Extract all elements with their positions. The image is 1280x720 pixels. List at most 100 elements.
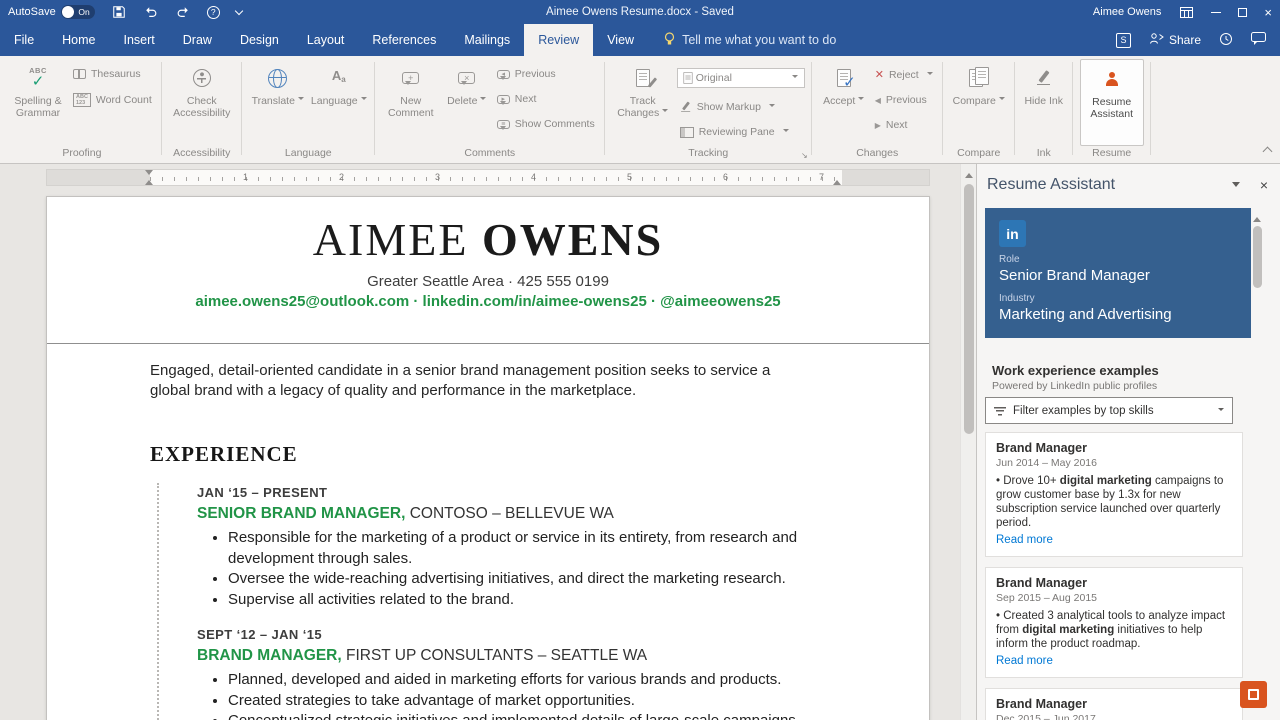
- translate-button[interactable]: Translate: [249, 59, 307, 146]
- document-scroll-region[interactable]: AIMEE OWENS Greater Seattle Area · 425 5…: [0, 192, 960, 720]
- delete-comment-button[interactable]: × Delete: [443, 59, 491, 146]
- next-change-button[interactable]: ▶ Next: [872, 119, 936, 131]
- next-comment-button[interactable]: ▸ Next: [494, 93, 598, 105]
- tab-layout[interactable]: Layout: [293, 24, 359, 56]
- display-for-review-select[interactable]: Original: [676, 68, 805, 88]
- example-card[interactable]: Brand Manager Sep 2015 – Aug 2015 • Crea…: [985, 567, 1243, 678]
- tell-me-box[interactable]: Tell me what you want to do: [664, 24, 836, 56]
- save-icon[interactable]: [111, 4, 127, 20]
- pane-dropdown-icon[interactable]: [1231, 182, 1240, 191]
- thesaurus-button[interactable]: Thesaurus: [70, 68, 155, 80]
- filter-dropdown[interactable]: Filter examples by top skills: [985, 397, 1233, 424]
- group-label-tracking: Tracking: [688, 147, 729, 159]
- pane-header: Resume Assistant ×: [987, 176, 1268, 194]
- reviewing-pane-button[interactable]: Reviewing Pane: [677, 126, 805, 138]
- tell-me-placeholder: Tell me what you want to do: [682, 33, 837, 47]
- tracking-dialog-launcher-icon[interactable]: ↘: [801, 151, 808, 160]
- ribbon-group-language: Translate Aa Language Language: [242, 56, 375, 163]
- tab-home[interactable]: Home: [48, 24, 109, 56]
- example-card[interactable]: Brand Manager Jun 2014 – May 2016 • Drov…: [985, 432, 1243, 557]
- pane-scrollbar[interactable]: [1251, 208, 1264, 720]
- accessibility-icon: [192, 64, 211, 92]
- comments-icon[interactable]: [1251, 32, 1266, 48]
- hide-ink-label: Hide Ink: [1024, 95, 1063, 107]
- accept-button[interactable]: ✓ Accept: [819, 59, 869, 146]
- chevron-down-icon: [1218, 407, 1224, 414]
- tab-mailings[interactable]: Mailings: [450, 24, 524, 56]
- word-count-button[interactable]: ABC 123 Word Count: [70, 93, 155, 107]
- tab-insert[interactable]: Insert: [110, 24, 169, 56]
- workspace: 1 2 3 4 5 6 7 AIMEE OWENS Greater Seattl…: [0, 164, 1280, 720]
- spelling-grammar-button[interactable]: ABC ✓ Spelling & Grammar: [9, 59, 67, 146]
- document-page[interactable]: AIMEE OWENS Greater Seattle Area · 425 5…: [46, 196, 930, 720]
- experience-timeline-rule: [157, 483, 159, 720]
- autosave-toggle[interactable]: AutoSave On: [8, 5, 95, 19]
- s-badge-icon[interactable]: S: [1115, 32, 1131, 48]
- ribbon-group-tracking: Track Changes Original Show Markup Revie…: [605, 56, 812, 163]
- signed-in-user[interactable]: Aimee Owens: [1093, 6, 1161, 18]
- show-comments-button[interactable]: ≡ Show Comments: [494, 118, 598, 130]
- word-application-window: AutoSave On ? Aimee Owens Resume.docx - …: [0, 0, 1280, 720]
- undo-icon[interactable]: [143, 4, 159, 20]
- horizontal-ruler[interactable]: 1 2 3 4 5 6 7: [46, 169, 930, 186]
- role-value[interactable]: Senior Brand Manager: [999, 267, 1237, 284]
- new-comment-button[interactable]: + New Comment: [382, 59, 440, 146]
- show-markup-button[interactable]: Show Markup: [677, 101, 805, 113]
- book-icon: [73, 69, 86, 79]
- ribbon-display-options-icon[interactable]: [1178, 4, 1194, 20]
- left-indent-marker[interactable]: [145, 176, 153, 185]
- reject-icon: ✕: [874, 69, 884, 81]
- reject-button[interactable]: ✕ Reject: [872, 68, 936, 81]
- tab-design[interactable]: Design: [226, 24, 293, 56]
- industry-value[interactable]: Marketing and Advertising: [999, 306, 1237, 323]
- check-accessibility-button[interactable]: Check Accessibility: [169, 59, 235, 146]
- compare-button[interactable]: Compare: [950, 59, 1008, 146]
- resume-last-name: OWENS: [481, 214, 664, 265]
- previous-comment-button[interactable]: ◂ Previous: [494, 68, 598, 80]
- reject-label: Reject: [888, 68, 919, 81]
- previous-change-button[interactable]: ◀ Previous: [872, 94, 936, 106]
- tab-review[interactable]: Review: [524, 24, 594, 56]
- collapse-ribbon-icon[interactable]: [1262, 146, 1273, 157]
- qat-menu-icon[interactable]: [234, 6, 243, 16]
- pane-scrollbar-up-icon[interactable]: [1253, 213, 1261, 222]
- word-count-icon: ABC 123: [73, 93, 91, 107]
- track-changes-button[interactable]: Track Changes: [612, 59, 674, 146]
- autosave-switch-icon[interactable]: On: [60, 5, 95, 19]
- read-more-link[interactable]: Read more: [996, 655, 1053, 667]
- scrollbar-up-icon[interactable]: [965, 169, 973, 178]
- history-icon[interactable]: [1219, 32, 1233, 49]
- group-label-comments: Comments: [464, 147, 516, 159]
- maximize-icon[interactable]: [1238, 7, 1248, 17]
- resume-assistant-button[interactable]: Resume Assistant: [1079, 59, 1144, 146]
- example-card[interactable]: Brand Manager Dec 2015 – Jun 2017 • Leve…: [985, 688, 1243, 720]
- job-bullet-list: Planned, developed and aided in marketin…: [228, 670, 857, 720]
- minimize-icon[interactable]: [1211, 11, 1222, 13]
- group-label-accessibility: Accessibility: [173, 147, 231, 159]
- hide-ink-button[interactable]: Hide Ink: [1022, 59, 1066, 146]
- right-indent-marker[interactable]: [833, 176, 841, 185]
- example-body: • Created 3 analytical tools to analyze …: [996, 610, 1226, 650]
- document-scrollbar-thumb[interactable]: [964, 184, 974, 434]
- tab-file[interactable]: File: [0, 24, 48, 56]
- ribbon-group-ink: Hide Ink Ink: [1015, 56, 1073, 163]
- share-button[interactable]: Share: [1149, 32, 1201, 48]
- tab-view[interactable]: View: [593, 24, 648, 56]
- linkedin-addin-badge-icon[interactable]: [1240, 681, 1267, 708]
- read-more-link[interactable]: Read more: [996, 534, 1053, 546]
- help-icon[interactable]: ?: [206, 5, 220, 19]
- pane-close-icon[interactable]: ×: [1260, 178, 1268, 192]
- group-label-proofing: Proofing: [62, 147, 102, 159]
- pane-scrollbar-thumb[interactable]: [1253, 226, 1262, 288]
- tab-references[interactable]: References: [358, 24, 450, 56]
- repeat-icon[interactable]: [175, 4, 191, 20]
- tab-draw[interactable]: Draw: [169, 24, 226, 56]
- resume-name: AIMEE OWENS: [47, 213, 929, 266]
- close-icon[interactable]: ×: [1264, 6, 1272, 19]
- document-scrollbar[interactable]: [960, 164, 976, 720]
- language-button[interactable]: Aa Language: [310, 59, 368, 146]
- next-change-icon: ▶: [874, 120, 881, 130]
- ribbon: ABC ✓ Spelling & Grammar Thesaurus ABC 123…: [0, 56, 1280, 164]
- resume-summary: Engaged, detail-oriented candidate in a …: [150, 362, 771, 399]
- linkedin-logo: in: [999, 220, 1026, 247]
